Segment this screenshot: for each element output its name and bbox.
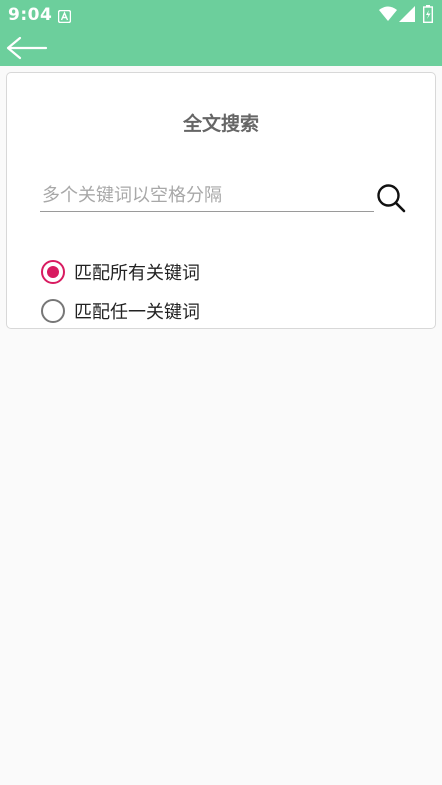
back-button[interactable]: [4, 34, 50, 62]
battery-icon: [422, 5, 434, 24]
radio-match-all[interactable]: 匹配所有关键词: [41, 257, 200, 287]
status-time: 9:04: [8, 5, 53, 25]
radio-button-checked[interactable]: [41, 260, 65, 284]
radio-label-match-all: 匹配所有关键词: [74, 263, 200, 284]
arrow-left-icon: [6, 36, 48, 60]
notification-icon: [57, 8, 72, 24]
radio-button-unchecked[interactable]: [41, 299, 65, 323]
search-icon: [377, 184, 406, 213]
search-button[interactable]: [376, 183, 406, 213]
status-bar: 9:04: [0, 0, 442, 30]
app-bar: [0, 30, 442, 66]
radio-match-any[interactable]: 匹配任一关键词: [41, 296, 200, 326]
radio-label-match-any: 匹配任一关键词: [74, 302, 200, 323]
search-input[interactable]: [40, 180, 374, 212]
wifi-icon: [379, 6, 397, 22]
card-title: 全文搜索: [182, 113, 259, 135]
signal-icon: [399, 6, 415, 22]
search-card: 全文搜索 匹配所有关键词 匹配任一关键词: [6, 72, 436, 329]
